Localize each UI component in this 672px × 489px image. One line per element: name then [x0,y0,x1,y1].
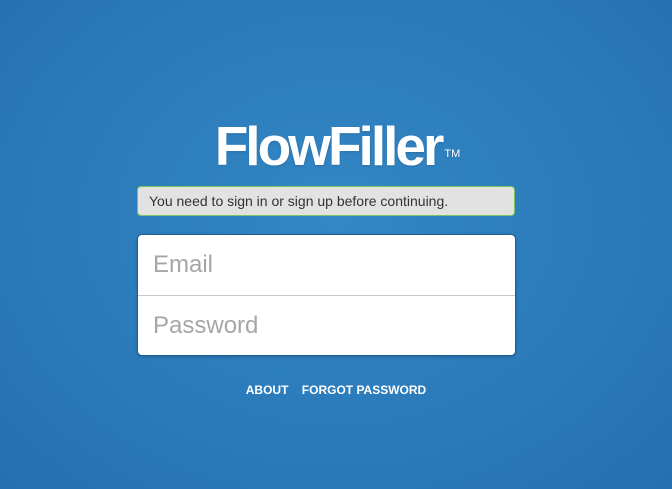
about-link[interactable]: ABOUT [246,383,289,397]
forgot-password-link[interactable]: FORGOT PASSWORD [302,383,426,397]
footer-links: ABOUT FORGOT PASSWORD [0,383,672,397]
flash-message-text: You need to sign in or sign up before co… [149,193,449,209]
brand-name: FlowFiller [214,115,445,177]
password-field[interactable] [138,296,515,356]
login-form [137,234,516,356]
logo: FlowFiller TM [0,116,672,176]
trademark-symbol: TM [444,148,461,160]
flash-message: You need to sign in or sign up before co… [137,186,515,216]
email-field[interactable] [138,235,515,295]
